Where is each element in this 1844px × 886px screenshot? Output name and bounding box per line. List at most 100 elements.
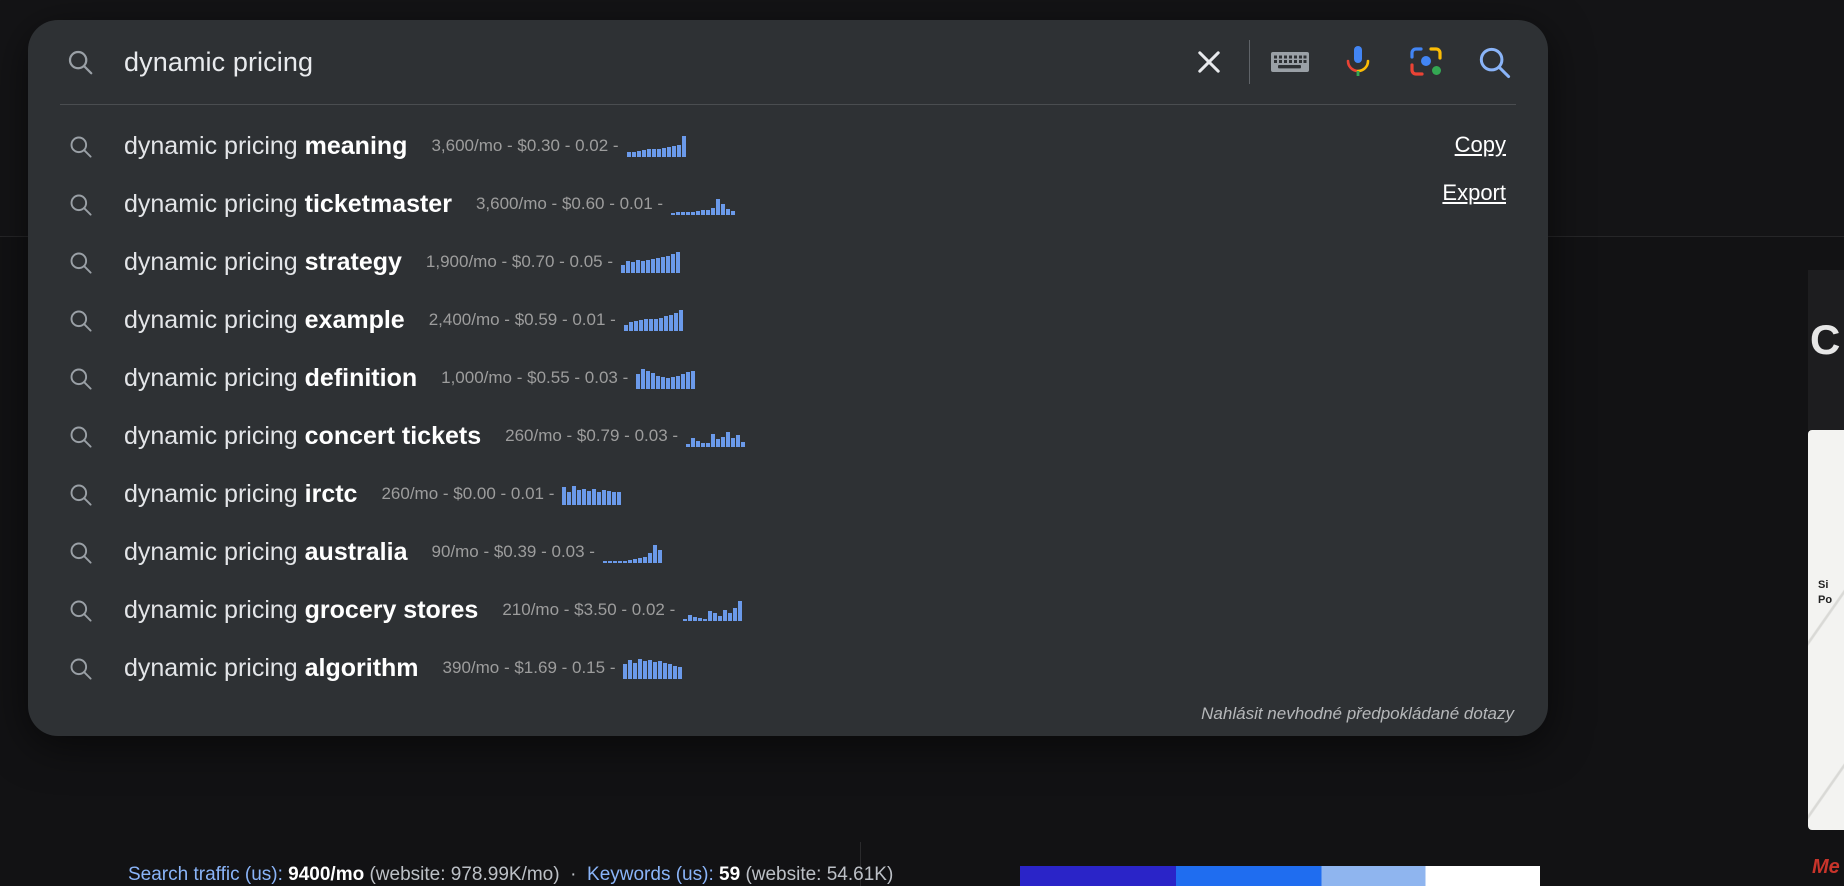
suggestion-metrics-text: 3,600/mo - $0.60 - 0.01 - — [475, 194, 664, 213]
search-bar: dynamic pricing — [28, 20, 1548, 104]
background-card-lines — [1808, 430, 1844, 830]
keyboard-icon[interactable] — [1256, 30, 1324, 94]
suggestion-row[interactable]: dynamic pricing irctc 260/mo - $0.00 - 0.… — [28, 465, 1548, 523]
sparkline-bar — [638, 320, 643, 331]
sparkline-bar — [623, 325, 628, 331]
suggestion-row[interactable]: dynamic pricing meaning 3,600/mo - $0.30 … — [28, 117, 1548, 175]
sparkline-bar — [602, 490, 607, 505]
lens-camera-icon[interactable] — [1392, 30, 1460, 94]
sparkline-bar — [683, 619, 688, 621]
sparkline-bar — [716, 199, 721, 215]
sparkline-bar — [658, 661, 663, 679]
suggestion-completion: ticketmaster — [304, 189, 452, 218]
suggestion-sparkline — [626, 135, 686, 157]
sparkline-bar — [701, 210, 706, 215]
sparkline-bar — [673, 313, 678, 331]
microphone-icon[interactable] — [1324, 30, 1392, 94]
sparkline-bar — [653, 319, 658, 331]
background-stats-paren-1: (website: 978.99K/mo) — [369, 864, 560, 885]
sparkline-bar — [726, 432, 731, 447]
sparkline-bar — [612, 492, 617, 505]
suggestion-row[interactable]: dynamic pricing grocery stores 210/mo - $… — [28, 581, 1548, 639]
suggestion-metrics-text: 1,900/mo - $0.70 - 0.05 - — [425, 252, 614, 271]
sparkline-bar — [612, 561, 617, 563]
suggestion-search-icon — [58, 423, 102, 450]
search-input[interactable]: dynamic pricing — [124, 47, 1175, 78]
suggestion-metrics-text: 2,400/mo - $0.59 - 0.01 - — [428, 310, 616, 329]
suggestion-metrics: 210/mo - $3.50 - 0.02 - — [502, 599, 743, 621]
sparkline-bar — [706, 210, 711, 215]
sparkline-bar — [648, 319, 653, 331]
search-suggestions-overlay: dynamic pricing dynamic pricing meaning … — [28, 20, 1548, 736]
suggestion-row[interactable]: dynamic pricing definition 1,000/mo - $0.… — [28, 349, 1548, 407]
suggestion-prefix: dynamic pricing — [124, 189, 305, 218]
export-tools: Copy Export — [1442, 132, 1506, 228]
sparkline-bar — [671, 146, 676, 157]
suggestion-text: dynamic pricing example — [124, 306, 405, 335]
sparkline-bar — [643, 319, 648, 331]
suggestion-prefix: dynamic pricing — [124, 595, 305, 624]
search-icon — [58, 47, 102, 77]
sparkline-bar — [678, 667, 683, 679]
sparkline-bar — [656, 258, 661, 273]
suggestion-sparkline — [623, 657, 683, 679]
sparkline-bar — [668, 315, 673, 331]
suggestion-prefix: dynamic pricing — [124, 247, 305, 276]
sparkline-bar — [663, 316, 668, 331]
copy-button[interactable]: Copy — [1442, 132, 1506, 158]
sparkline-bar — [626, 152, 631, 157]
sparkline-bar — [676, 376, 681, 389]
sparkline-bar — [706, 443, 711, 447]
suggestion-row[interactable]: dynamic pricing ticketmaster 3,600/mo - $… — [28, 175, 1548, 233]
suggestion-completion: meaning — [304, 131, 408, 160]
sparkline-bar — [641, 369, 646, 389]
search-submit-icon[interactable] — [1460, 30, 1528, 94]
sparkline-bar — [703, 619, 708, 621]
sparkline-bar — [628, 660, 633, 679]
background-header-glyph: C — [1810, 316, 1844, 363]
report-inappropriate-predictions-link[interactable]: Nahlásit nevhodné předpokládané dotazy — [1201, 704, 1514, 724]
sparkline-bar — [577, 490, 582, 505]
background-stats-value-1: 9400/mo — [288, 864, 365, 885]
suggestion-sparkline — [686, 425, 746, 447]
suggestion-sparkline — [602, 541, 662, 563]
sparkline-bar — [633, 321, 638, 331]
suggestion-search-icon — [58, 481, 102, 508]
suggestion-row[interactable]: dynamic pricing example 2,400/mo - $0.59 … — [28, 291, 1548, 349]
sparkline-bar — [572, 486, 577, 505]
suggestion-search-icon — [58, 539, 102, 566]
suggestion-search-icon — [58, 307, 102, 334]
sparkline-bar — [661, 148, 666, 157]
sparkline-bar — [641, 261, 646, 273]
background-card-line-2: Po — [1818, 594, 1833, 606]
suggestion-prefix: dynamic pricing — [124, 653, 305, 682]
sparkline-bar — [651, 373, 656, 389]
suggestion-row[interactable]: dynamic pricing australia 90/mo - $0.39 -… — [28, 523, 1548, 581]
suggestion-metrics-text: 390/mo - $1.69 - 0.15 - — [442, 658, 616, 677]
sparkline-bar — [666, 256, 671, 273]
suggestion-metrics-text: 260/mo - $0.79 - 0.03 - — [505, 426, 679, 445]
sparkline-bar — [726, 209, 731, 215]
sparkline-bar — [671, 377, 676, 389]
suggestion-row[interactable]: dynamic pricing algorithm 390/mo - $1.69 … — [28, 639, 1548, 697]
suggestion-completion: strategy — [304, 247, 402, 276]
suggestion-row[interactable]: dynamic pricing concert tickets 260/mo - … — [28, 407, 1548, 465]
sparkline-bar — [656, 149, 661, 157]
sparkline-bar — [617, 561, 622, 563]
export-button[interactable]: Export — [1442, 180, 1506, 206]
sparkline-bar — [641, 150, 646, 157]
sparkline-bar — [671, 254, 676, 273]
sparkline-bar — [646, 371, 651, 389]
background-stats-lead: Search traffic (us): — [128, 864, 283, 885]
sparkline-bar — [597, 492, 602, 505]
suggestion-completion: example — [304, 305, 405, 334]
suggestion-text: dynamic pricing irctc — [124, 480, 357, 509]
suggestion-row[interactable]: dynamic pricing strategy 1,900/mo - $0.70… — [28, 233, 1548, 291]
suggestion-prefix: dynamic pricing — [124, 537, 305, 566]
sparkline-bar — [698, 618, 703, 621]
suggestion-prefix: dynamic pricing — [124, 131, 305, 160]
background-card-text: Si Po — [1818, 578, 1832, 608]
sparkline-bar — [661, 377, 666, 389]
suggestion-completion: algorithm — [304, 653, 419, 682]
clear-icon[interactable] — [1175, 30, 1243, 94]
